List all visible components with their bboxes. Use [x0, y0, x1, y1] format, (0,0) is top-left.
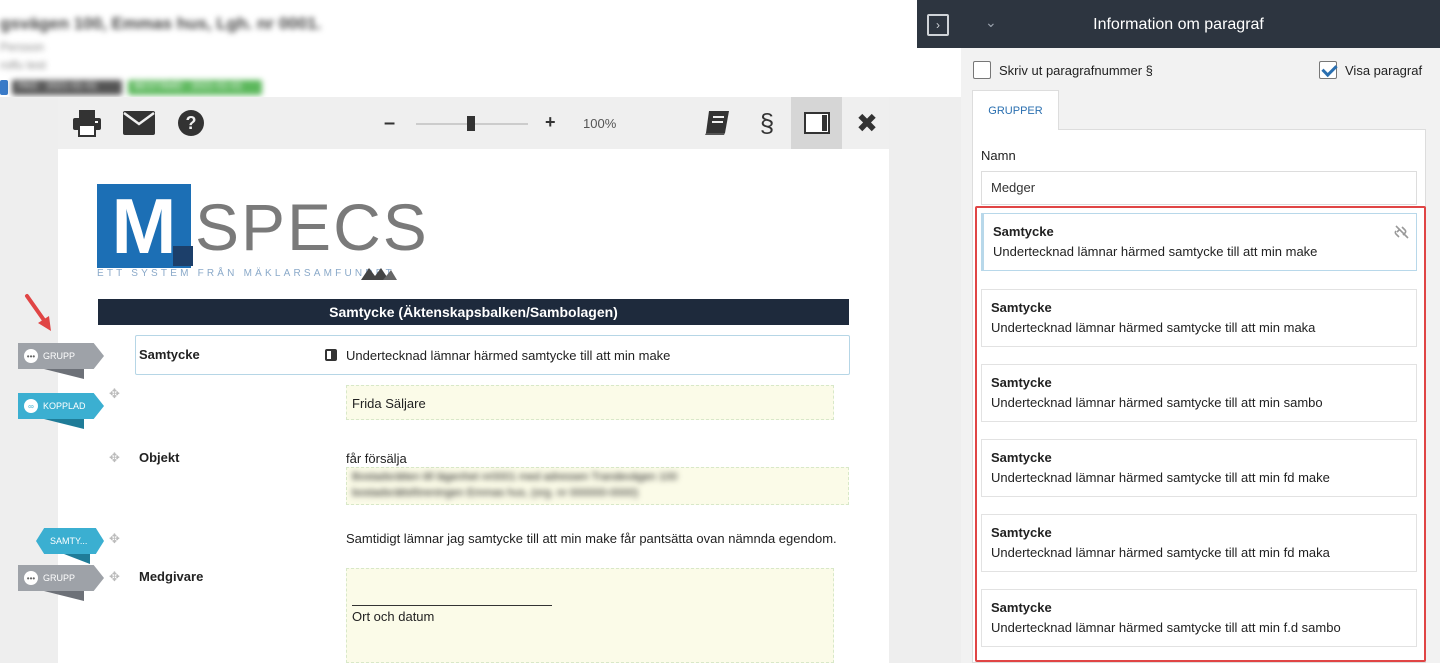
- logo-mark-icon: [361, 268, 397, 283]
- status-chip-green: BESTÄMD · 2021-01-01: [128, 80, 262, 95]
- tab-grupper[interactable]: GRUPPER: [972, 90, 1059, 130]
- envelope-icon[interactable]: [114, 97, 164, 149]
- zoom-out-button[interactable]: –: [384, 112, 395, 135]
- show-paragraph-checkbox[interactable]: [1319, 61, 1337, 79]
- seller-field-value: Frida Säljare: [352, 396, 426, 411]
- print-icon[interactable]: [62, 97, 112, 149]
- panel-toggle-small-icon[interactable]: [325, 349, 337, 361]
- status-chip: PAS · 2021-01-01: [12, 80, 122, 95]
- zoom-value: 100%: [583, 116, 617, 131]
- logo-specs: SPECS: [195, 190, 429, 264]
- property-title: gsvägen 100, Emmas hus, Lgh. nr 0001.: [0, 14, 322, 33]
- move-handle-icon[interactable]: ✥: [109, 569, 120, 585]
- group-tag[interactable]: ••• GRUPP: [18, 343, 104, 369]
- row-text-pantsatta: Samtidigt lämnar jag samtycke till att m…: [346, 531, 837, 546]
- paragraph-icon[interactable]: §: [742, 97, 792, 149]
- linked-tag-label: KOPPLAD: [43, 401, 86, 411]
- property-field-line1: Bostadsrätten till lägenhet nr0001 med a…: [352, 471, 678, 483]
- name-label: Namn: [981, 148, 1016, 163]
- property-field[interactable]: Bostadsrätten till lägenhet nr0001 med a…: [346, 467, 849, 505]
- seller-field[interactable]: Frida Säljare: [346, 385, 834, 420]
- logo-tagline: ETT SYSTEM FRÅN MÄKLARSAMFUNDET: [97, 268, 395, 279]
- row-label-objekt: Objekt: [139, 450, 180, 465]
- svg-text:?: ?: [186, 113, 197, 133]
- zoom-slider-thumb[interactable]: [467, 116, 475, 131]
- status-chip-blue: [0, 80, 8, 95]
- group-tag-label: GRUPP: [43, 573, 76, 583]
- section-title: Samtycke (Äktenskapsbalken/Sambolagen): [98, 299, 849, 325]
- move-handle-icon[interactable]: ✥: [109, 531, 120, 547]
- panel-toggle-icon[interactable]: [791, 97, 842, 149]
- ellipsis-icon: •••: [24, 571, 38, 585]
- logo-dot: [173, 246, 193, 266]
- close-icon[interactable]: ✖: [842, 97, 892, 149]
- move-handle-icon[interactable]: ✥: [109, 386, 120, 402]
- property-subtitle-2: rolfu test: [0, 58, 47, 72]
- mspecs-logo: M SPECS ETT SYSTEM FRÅN MÄKLARSAMFUNDET: [97, 184, 427, 283]
- signature-caption: Ort och datum: [352, 609, 435, 624]
- row-label-samtycke: Samtycke: [139, 347, 200, 362]
- property-subtitle: Persson: [0, 40, 45, 54]
- print-paragraph-number-label: Skriv ut paragrafnummer §: [999, 63, 1153, 78]
- linked-tag[interactable]: ∞ KOPPLAD: [18, 393, 104, 419]
- panel-title: Information om paragraf: [1093, 16, 1264, 33]
- row-text-samtycke: Undertecknad lämnar härmed samtycke till…: [346, 348, 671, 363]
- row-label-medgivare: Medgivare: [139, 569, 204, 584]
- signature-field[interactable]: Ort och datum: [346, 568, 834, 663]
- group-tag-label: GRUPP: [43, 351, 76, 361]
- zoom-in-button[interactable]: +: [545, 112, 556, 133]
- group-tag[interactable]: ••• GRUPP: [18, 565, 104, 591]
- property-field-line2: bostadsrättsföreningen Emmas hus, (org. …: [352, 487, 639, 499]
- show-paragraph-label: Visa paragraf: [1345, 63, 1423, 78]
- app-root: gsvägen 100, Emmas hus, Lgh. nr 0001. Pe…: [0, 0, 1440, 663]
- link-icon: ∞: [24, 399, 38, 413]
- question-icon[interactable]: ?: [166, 97, 216, 149]
- red-arrow-icon: [25, 294, 51, 331]
- samtycke-tag[interactable]: SAMTY...: [36, 528, 104, 554]
- samtycke-tag-label: SAMTY...: [50, 536, 88, 546]
- highlight-box: [975, 206, 1426, 662]
- book-icon[interactable]: [692, 97, 742, 149]
- move-handle-icon[interactable]: ✥: [109, 450, 120, 466]
- property-header: gsvägen 100, Emmas hus, Lgh. nr 0001. Pe…: [0, 0, 660, 97]
- print-paragraph-number-checkbox[interactable]: [973, 61, 991, 79]
- signature-line: [352, 605, 552, 606]
- name-input[interactable]: Medger: [981, 171, 1417, 205]
- row-text-objekt: får försälja: [346, 451, 407, 466]
- ellipsis-icon: •••: [24, 349, 38, 363]
- panel-header: › ⌄ Information om paragraf: [917, 0, 1440, 48]
